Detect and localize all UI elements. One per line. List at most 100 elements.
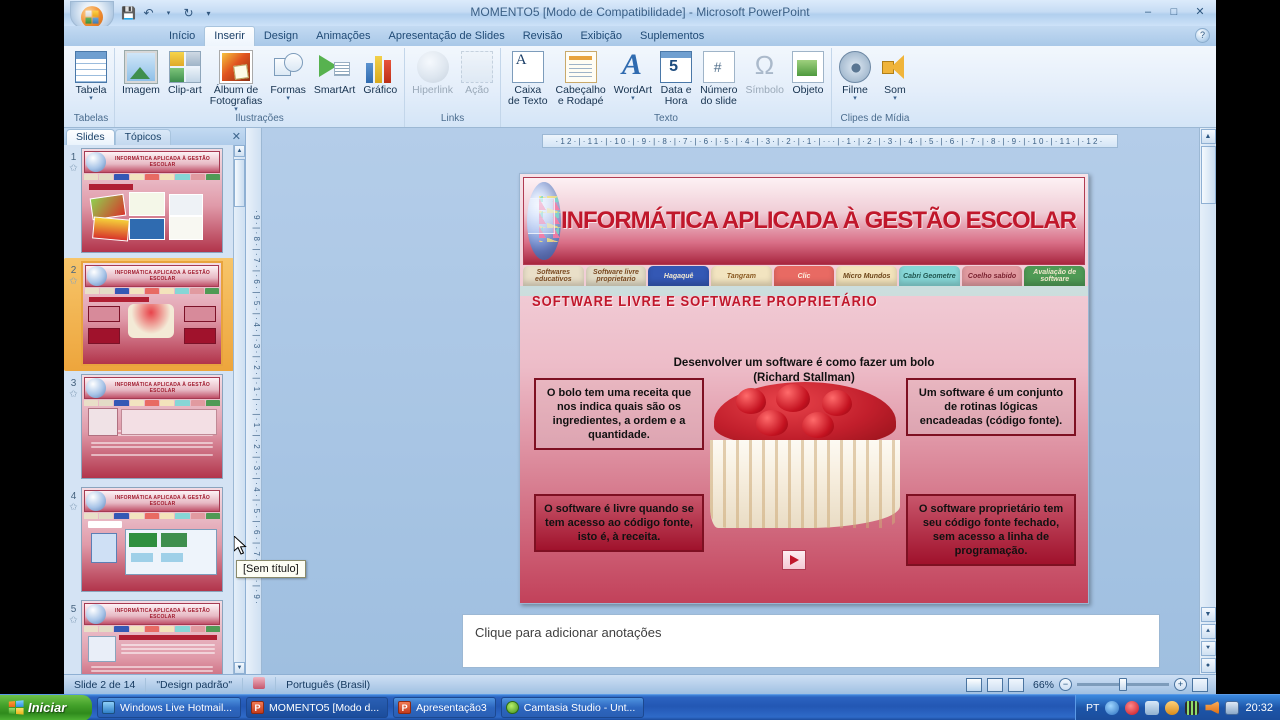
ribbon-tab-anima-es[interactable]: Animações <box>307 27 379 46</box>
ribbon-tab-inserir[interactable]: Inserir <box>204 26 255 46</box>
ribbon-tab-apresenta-o-de-slides[interactable]: Apresentação de Slides <box>380 27 514 46</box>
thumbnail-preview[interactable]: INFORMÁTICA APLICADA À GESTÃO ESCOLAR <box>81 374 223 479</box>
taskbar-item-3[interactable]: Camtasia Studio - Unt... <box>500 697 645 718</box>
zoom-slider[interactable] <box>1077 678 1169 691</box>
slide-nav-tab-softwares-educativos[interactable]: Softwares educativos <box>523 266 584 286</box>
ribbon-button-shapes[interactable]: Formas ▾ <box>266 50 310 103</box>
ribbon-button-slide-number[interactable]: Número do slide <box>696 50 741 108</box>
taskbar-item-2[interactable]: P Apresentação3 <box>393 697 496 718</box>
thumbnail-preview[interactable]: INFORMÁTICA APLICADA À GESTÃO ESCOLAR <box>81 487 223 592</box>
chevron-down-icon[interactable]: ▾ <box>286 95 290 102</box>
slide-thumbnail-list[interactable]: 1 ✩ INFORMÁTICA APLICADA À GESTÃO ESCOLAR 2… <box>64 145 234 674</box>
slide-thumbnail-1[interactable]: 1 ✩ INFORMÁTICA APLICADA À GESTÃO ESCOLAR <box>64 145 234 258</box>
text-box-top-right[interactable]: Um software é um conjunto de rotinas lóg… <box>906 378 1076 436</box>
select-browse-object-button[interactable]: ● <box>1200 658 1216 673</box>
ribbon-button-text-box[interactable]: Caixa de Texto <box>504 50 552 108</box>
ribbon-tab-revis-o[interactable]: Revisão <box>514 27 572 46</box>
tray-icon-network[interactable] <box>1105 700 1120 715</box>
thumb-scroll-up-button[interactable]: ▲ <box>234 145 245 157</box>
panel-tab-slides[interactable]: Slides <box>66 129 115 145</box>
ribbon-button-wordart[interactable]: WordArt▾ <box>610 48 656 103</box>
slide-nav-tab-coelho-sabido[interactable]: Coelho sabido <box>961 266 1023 286</box>
previous-slide-button[interactable]: ⯅ <box>1200 624 1216 639</box>
ribbon-button-photo-album[interactable]: Álbum de Fotografias ▾ <box>206 50 267 114</box>
ribbon-button-smartart[interactable]: SmartArt <box>310 50 359 97</box>
slide-nav-tab-tangram[interactable]: Tangram <box>711 266 772 286</box>
play-icon[interactable] <box>782 550 806 570</box>
taskbar-item-1[interactable]: P MOMENTO5 [Modo d... <box>246 697 389 718</box>
sound-icon <box>879 51 911 83</box>
text-box-bottom-left[interactable]: O software é livre quando se tem acesso … <box>534 494 704 552</box>
thumb-scroll-down-button[interactable]: ▼ <box>234 662 245 674</box>
tray-icon-monitor[interactable] <box>1225 700 1240 715</box>
thumbnail-scrollbar[interactable]: ▲ ▼ <box>233 145 245 674</box>
text-box-top-left[interactable]: O bolo tem uma receita que nos indica qu… <box>534 378 704 450</box>
slide-nav-tab-clic[interactable]: Clic <box>773 266 835 286</box>
ribbon-tab-in-cio[interactable]: Início <box>160 27 204 46</box>
ribbon-button-clipart[interactable]: Clip-art <box>164 50 206 97</box>
notes-pane[interactable]: Clique para adicionar anotações <box>462 614 1160 668</box>
scroll-handle[interactable] <box>1200 146 1216 204</box>
start-button[interactable]: Iniciar <box>0 694 92 720</box>
restore-button[interactable]: □ <box>1164 4 1184 19</box>
tray-icon-volume[interactable] <box>1205 700 1220 715</box>
taskbar-clock[interactable]: 20:32 <box>1245 702 1273 714</box>
slide-thumbnail-3[interactable]: 3 ✩ INFORMÁTICA APLICADA À GESTÃO ESCOLAR <box>64 371 234 484</box>
zoom-out-button[interactable]: − <box>1059 678 1072 691</box>
close-panel-button[interactable]: ✕ <box>232 130 241 143</box>
slide-thumbnail-4[interactable]: 4 ✩ INFORMÁTICA APLICADA À GESTÃO ESCOLAR <box>64 484 234 597</box>
slide-canvas[interactable]: INFORMÁTICA APLICADA À GESTÃO ESCOLAR So… <box>519 173 1089 604</box>
ribbon-tab-exibi-o[interactable]: Exibição <box>571 27 631 46</box>
chevron-down-icon[interactable]: ▾ <box>89 95 93 102</box>
spelling-icon[interactable] <box>243 676 277 693</box>
slide-nav-tab-hagaqu[interactable]: Hagaquê <box>648 266 710 286</box>
tray-icon-display[interactable] <box>1145 700 1160 715</box>
ribbon-tab-design[interactable]: Design <box>255 27 307 46</box>
status-language[interactable]: Português (Brasil) <box>276 678 380 692</box>
slide-nav-tab-software-livre-proprietario[interactable]: Software livre proprietario <box>585 266 647 286</box>
slide-nav-tab-micro-mundos[interactable]: Micro Mundos <box>836 266 898 286</box>
tray-language[interactable]: PT <box>1086 702 1099 714</box>
next-slide-button[interactable]: ⯆ <box>1200 641 1216 656</box>
taskbar-item-0[interactable]: Windows Live Hotmail... <box>97 697 242 718</box>
ribbon-button-chart[interactable]: Gráfico <box>359 50 401 97</box>
slide-nav-tabs[interactable]: Softwares educativos Software livre propr… <box>523 266 1086 286</box>
help-icon[interactable]: ? <box>1195 28 1210 43</box>
fit-to-window-button[interactable] <box>1192 677 1208 692</box>
ribbon-button-date-time[interactable]: Data e Hora <box>656 50 696 108</box>
ribbon-button-header-footer[interactable]: Cabeçalho e Rodapé <box>552 50 610 108</box>
scroll-up-button[interactable]: ▲ <box>1200 129 1216 144</box>
chevron-down-icon[interactable]: ▾ <box>893 95 897 102</box>
ribbon-button-movie[interactable]: Filme ▾ <box>835 50 875 103</box>
zoom-slider-handle[interactable] <box>1119 678 1127 691</box>
text-box-bottom-right[interactable]: O software proprietário tem seu código f… <box>906 494 1076 566</box>
slide-nav-tab-avalia-o-de-software[interactable]: Avaliação de software <box>1024 266 1086 286</box>
ribbon-button-object[interactable]: Objeto <box>788 50 828 97</box>
panel-tab-t-picos[interactable]: Tópicos <box>114 129 172 145</box>
tray-icon-camtasia[interactable] <box>1185 700 1200 715</box>
slide-show-view-button[interactable] <box>1007 677 1024 692</box>
slide-scrollbar[interactable]: ▲ ▼ ⯅ ⯆ ● <box>1199 128 1216 674</box>
ribbon-tab-suplementos[interactable]: Suplementos <box>631 27 713 46</box>
slide-thumbnail-2[interactable]: 2 ✩ INFORMÁTICA APLICADA À GESTÃO ESCOLAR <box>64 258 234 371</box>
close-button[interactable]: ✕ <box>1190 4 1210 19</box>
chevron-down-icon[interactable]: ▾ <box>631 95 635 102</box>
tray-icon-update[interactable] <box>1165 700 1180 715</box>
zoom-in-button[interactable]: + <box>1174 678 1187 691</box>
slide-thumbnail-5[interactable]: 5 ✩ INFORMÁTICA APLICADA À GESTÃO ESCOLAR <box>64 597 234 674</box>
slide-nav-tab-cabri-geometre[interactable]: Cabri Geometre <box>899 266 960 286</box>
minimize-button[interactable]: – <box>1138 4 1158 19</box>
slide-sorter-view-button[interactable] <box>986 677 1003 692</box>
tray-icon-security[interactable] <box>1125 700 1140 715</box>
ribbon-button-table[interactable]: Tabela ▾ <box>71 50 111 103</box>
thumbnail-preview[interactable]: INFORMÁTICA APLICADA À GESTÃO ESCOLAR <box>81 261 223 366</box>
scroll-down-button[interactable]: ▼ <box>1200 607 1216 622</box>
chevron-down-icon[interactable]: ▾ <box>853 95 857 102</box>
thumbnail-preview[interactable]: INFORMÁTICA APLICADA À GESTÃO ESCOLAR <box>81 600 223 674</box>
thumb-scroll-handle[interactable] <box>234 159 245 207</box>
normal-view-button[interactable] <box>965 677 982 692</box>
ribbon-button-sound[interactable]: Som ▾ <box>875 50 915 103</box>
ribbon-button-picture[interactable]: Imagem <box>118 50 164 97</box>
ribbon-group-label: Links <box>440 113 465 124</box>
thumbnail-preview[interactable]: INFORMÁTICA APLICADA À GESTÃO ESCOLAR <box>81 148 223 253</box>
